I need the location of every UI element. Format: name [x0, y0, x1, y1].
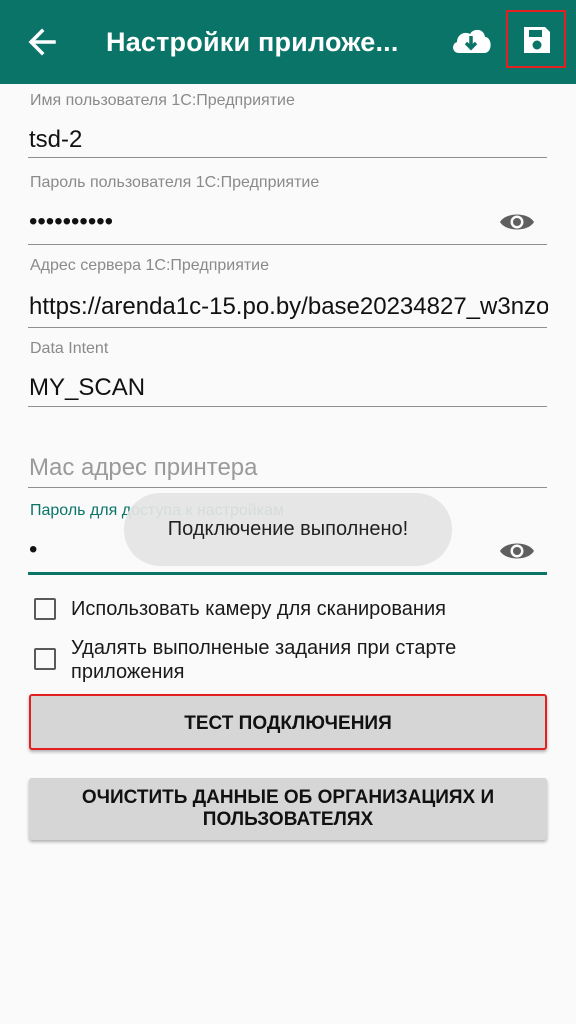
test-connection-button[interactable]: ТЕСТ ПОДКЛЮЧЕНИЯ — [29, 694, 547, 750]
toast-message: Подключение выполнено! — [124, 493, 452, 566]
clear-data-button[interactable]: ОЧИСТИТЬ ДАННЫЕ ОБ ОРГАНИЗАЦИЯХ И ПОЛЬЗО… — [29, 778, 547, 840]
eye-icon[interactable] — [499, 210, 535, 234]
eye-icon[interactable] — [499, 539, 535, 563]
password-label: Пароль пользователя 1С:Предприятие — [30, 174, 320, 191]
intent-label: Data Intent — [30, 340, 109, 357]
server-label: Адрес сервера 1С:Предприятие — [30, 257, 270, 274]
username-underline — [28, 157, 547, 158]
password-field[interactable]: Пароль пользователя 1С:Предприятие •••••… — [28, 170, 547, 246]
arrow-back-icon — [28, 28, 56, 56]
intent-field[interactable]: Data Intent MY_SCAN — [28, 336, 547, 408]
checkbox-label: Использовать камеру для сканирования — [71, 598, 446, 620]
download-button[interactable] — [448, 20, 494, 64]
password-underline — [28, 244, 547, 245]
clear-data-label: ОЧИСТИТЬ ДАННЫЕ ОБ ОРГАНИЗАЦИЯХ И ПОЛЬЗО… — [81, 787, 495, 830]
checkbox-delete-tasks[interactable]: Удалять выполненые задания при старте пр… — [28, 636, 547, 686]
username-input[interactable]: tsd-2 — [29, 126, 548, 154]
app-bar: Настройки приложе... — [0, 0, 576, 84]
server-input[interactable]: https://arenda1c-15.po.by/base20234827_w… — [29, 293, 548, 321]
intent-input[interactable]: MY_SCAN — [29, 374, 548, 402]
save-button[interactable] — [506, 10, 566, 68]
page-title: Настройки приложе... — [106, 27, 399, 57]
printer-field[interactable]: Mac адрес принтера — [28, 450, 547, 490]
checkbox-box[interactable] — [34, 598, 56, 620]
intent-underline — [28, 406, 547, 407]
checkbox-use-camera[interactable]: Использовать камеру для сканирования — [28, 596, 547, 624]
save-icon — [524, 27, 550, 53]
username-field[interactable]: Имя пользователя 1С:Предприятие tsd-2 — [28, 88, 547, 160]
cloud-download-icon — [453, 29, 491, 53]
checkbox-label: Удалять выполненые задания при старте пр… — [71, 637, 457, 683]
back-button[interactable] — [22, 20, 66, 64]
printer-input[interactable]: Mac адрес принтера — [29, 454, 548, 482]
username-label: Имя пользователя 1С:Предприятие — [30, 92, 295, 109]
server-field[interactable]: Адрес сервера 1С:Предприятие https://are… — [28, 253, 548, 329]
printer-underline — [28, 487, 547, 488]
settings-password-underline — [28, 572, 547, 575]
server-underline — [28, 327, 547, 328]
password-input[interactable]: •••••••••• — [29, 208, 489, 236]
checkbox-box[interactable] — [34, 648, 56, 670]
